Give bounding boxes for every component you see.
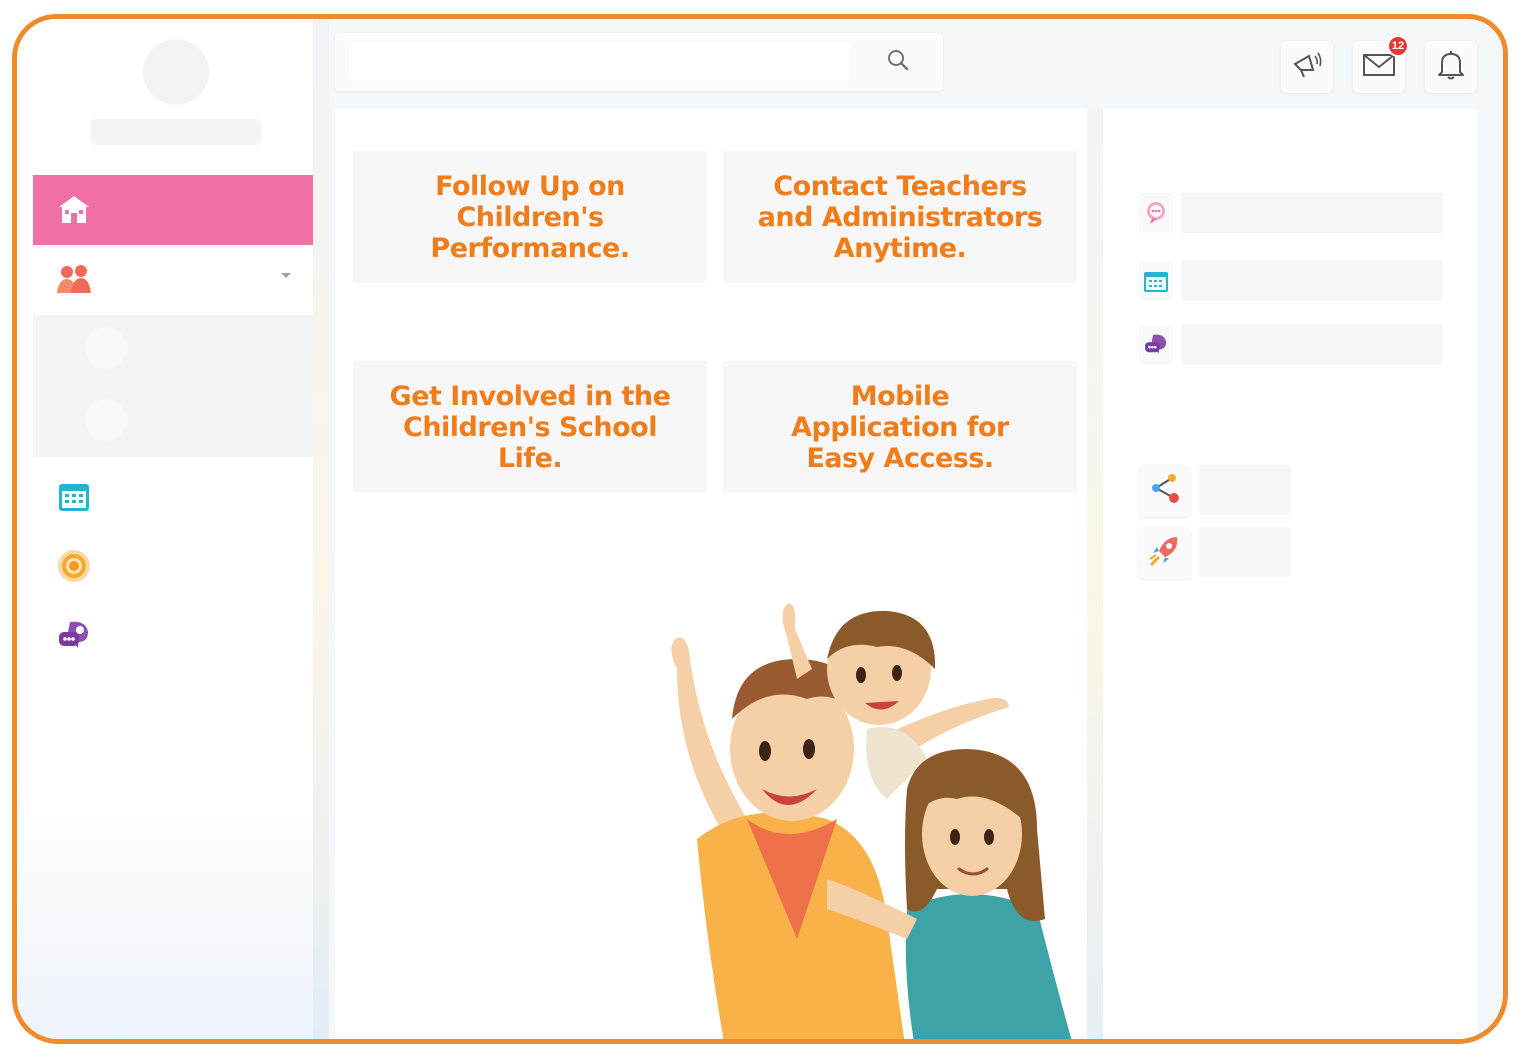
megaphone-icon <box>1291 50 1323 85</box>
feature-card-mobile: Mobile Application for Easy Access. <box>723 361 1077 493</box>
rocket-icon <box>1147 533 1183 574</box>
share-button[interactable] <box>1139 465 1191 517</box>
share-label <box>1199 465 1291 515</box>
announcements-button[interactable] <box>1281 41 1333 93</box>
school-icon <box>55 191 93 229</box>
calendar-icon <box>55 477 93 515</box>
right-panel-item[interactable] <box>1139 191 1443 235</box>
calendar-icon <box>1139 261 1173 301</box>
right-panel <box>1103 109 1477 1039</box>
search-button[interactable] <box>853 33 943 91</box>
username-placeholder <box>91 119 261 145</box>
right-panel-item-label <box>1181 325 1443 365</box>
feature-card-performance: Follow Up on Children's Performance. <box>353 151 707 283</box>
launch-button[interactable] <box>1139 527 1191 579</box>
feature-text: Follow Up on Children's Performance. <box>430 170 630 264</box>
chevron-down-icon[interactable] <box>281 273 291 278</box>
submenu-item[interactable] <box>85 399 127 441</box>
sidebar-item-chat[interactable] <box>33 601 313 671</box>
sidebar-item-family[interactable] <box>33 245 313 315</box>
right-panel-item[interactable] <box>1139 323 1443 367</box>
right-panel-item-label <box>1181 261 1443 301</box>
avatar[interactable] <box>143 39 209 105</box>
messages-badge: 12 <box>1387 35 1409 57</box>
launch-label <box>1199 527 1291 577</box>
app-frame: 12 Follow Up on Children's Performance. … <box>12 14 1508 1044</box>
feature-text: Get Involved in the Children's School Li… <box>389 380 671 474</box>
family-illustration <box>671 603 1072 1039</box>
messages-button[interactable]: 12 <box>1353 35 1409 93</box>
sidebar-divider <box>313 19 329 1039</box>
sidebar-item-calendar[interactable] <box>33 461 313 531</box>
target-icon <box>55 547 93 585</box>
family-submenu <box>33 315 313 457</box>
right-panel-item[interactable] <box>1139 259 1443 303</box>
sidebar <box>17 19 313 1039</box>
sidebar-item-activities[interactable] <box>33 531 313 601</box>
feature-text: Mobile Application for Easy Access. <box>791 380 1009 474</box>
family-icon <box>55 261 93 299</box>
sidebar-item-home[interactable] <box>33 175 313 245</box>
notifications-button[interactable] <box>1425 41 1477 93</box>
chat-icon <box>55 617 93 655</box>
search-bar <box>335 33 943 91</box>
share-icon <box>1148 472 1182 511</box>
feature-card-involved: Get Involved in the Children's School Li… <box>353 361 707 493</box>
bell-icon <box>1437 50 1465 85</box>
chat-icon <box>1139 325 1173 365</box>
right-panel-item-label <box>1181 193 1443 233</box>
submenu-item[interactable] <box>85 327 127 369</box>
chat-bubble-icon <box>1139 193 1173 233</box>
feature-card-contact: Contact Teachers and Administrators Anyt… <box>723 151 1077 283</box>
search-icon <box>886 48 910 77</box>
feature-text: Contact Teachers and Administrators Anyt… <box>757 170 1043 264</box>
search-input[interactable] <box>349 43 849 81</box>
mail-icon <box>1362 52 1396 83</box>
